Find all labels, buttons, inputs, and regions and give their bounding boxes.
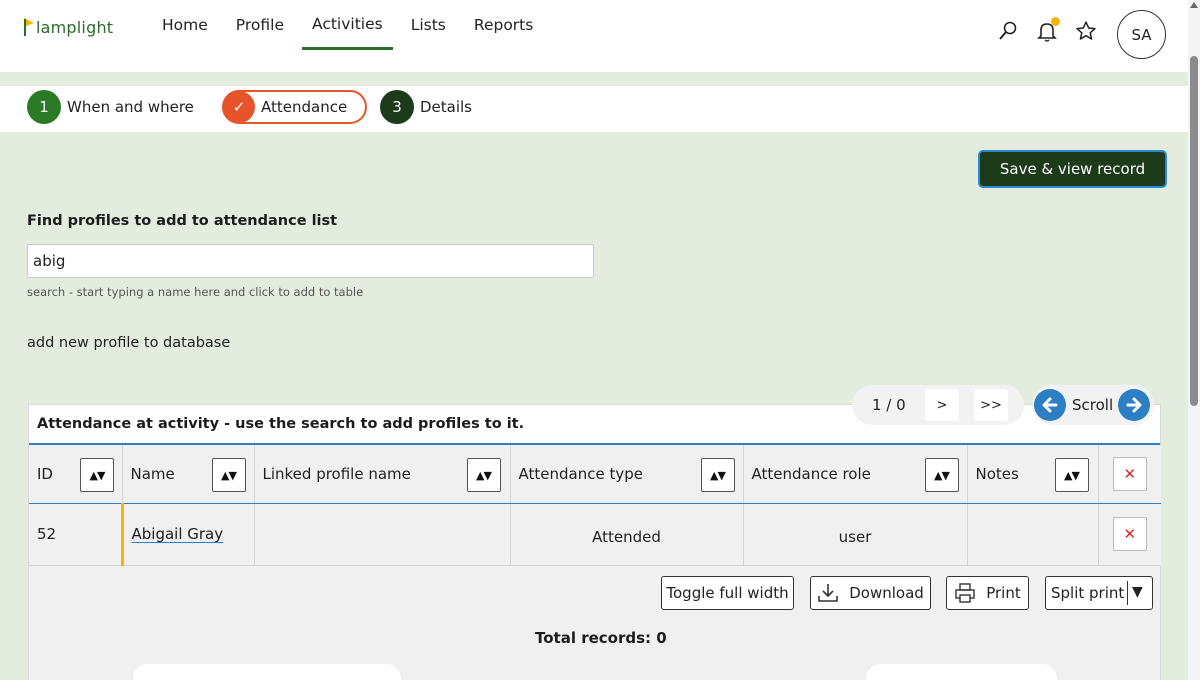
pagination: 1 / 0 > >> (852, 385, 1024, 425)
close-icon[interactable]: ✕ (1112, 456, 1147, 491)
profile-name-link[interactable]: Abigail Gray (132, 525, 224, 543)
cell-remove: ✕ (1098, 503, 1161, 566)
search-label: Find profiles to add to attendance list (27, 213, 338, 229)
notification-dot (1051, 17, 1060, 26)
user-avatar[interactable]: SA (1117, 10, 1166, 59)
nav-activities[interactable]: Activities (301, 0, 393, 50)
nav-lists[interactable]: Lists (401, 0, 456, 50)
arrow-left-icon[interactable] (1034, 389, 1066, 421)
next-page-button[interactable]: > (925, 389, 959, 421)
chevron-down-icon[interactable]: ▼ (1132, 584, 1143, 600)
table-row: 52 Abigail Gray Attended user ✕ (29, 503, 1161, 566)
split-divider (1127, 581, 1128, 605)
save-and-view-record-button[interactable]: Save & view record (980, 152, 1165, 186)
scrollbar-thumb[interactable] (1190, 56, 1198, 406)
printer-icon (955, 583, 975, 603)
search-hint: search - start typing a name here and cl… (27, 285, 364, 299)
add-new-profile-link[interactable]: add new profile to database (27, 335, 230, 351)
sort-icon[interactable]: ▲▼ (924, 458, 959, 492)
step-number: 1 (27, 90, 61, 124)
cell-name: Abigail Gray (122, 503, 255, 566)
arrow-right-icon[interactable] (1118, 389, 1150, 421)
cell-attendance-type: Attended (510, 503, 744, 566)
scroll-label: Scroll (1072, 396, 1114, 414)
download-icon (818, 584, 839, 602)
step-when-and-where[interactable]: 1 When and where (27, 90, 194, 124)
bell-icon[interactable] (1034, 17, 1060, 44)
last-page-button[interactable]: >> (974, 389, 1008, 421)
go-to-page-control[interactable] (866, 664, 1057, 680)
col-header-name: Name ▲▼ (122, 445, 255, 504)
step-details[interactable]: 3 Details (380, 90, 472, 124)
top-navigation-bar: lamplight Home Profile Activities Lists … (0, 0, 1188, 72)
page-info: 1 / 0 (872, 396, 906, 414)
attendance-table: ID ▲▼ Name ▲▼ Linked profile name ▲▼ Att… (29, 445, 1161, 566)
split-print-button[interactable]: Split print ▼ (1045, 576, 1153, 610)
wizard-steps: 1 When and where ✓ Attendance 3 Details (0, 86, 1188, 132)
lamplight-logo[interactable]: lamplight (22, 16, 113, 38)
sort-icon[interactable]: ▲▼ (1054, 458, 1089, 492)
nav-home[interactable]: Home (152, 0, 218, 50)
col-header-remove: ✕ (1098, 445, 1161, 504)
search-icon[interactable] (995, 18, 1021, 44)
download-button[interactable]: Download (810, 576, 931, 610)
total-records: Total records: 0 (535, 629, 667, 647)
col-header-notes: Notes ▲▼ (967, 445, 1099, 504)
sort-icon[interactable]: ▲▼ (211, 458, 246, 492)
col-header-linked-profile: Linked profile name ▲▼ (254, 445, 511, 504)
scroll-up-icon[interactable] (1190, 2, 1198, 8)
check-icon: ✓ (223, 91, 255, 123)
step-number: 3 (380, 90, 414, 124)
table-caption-text: Attendance at activity - use the search … (37, 416, 525, 432)
lamp-icon (24, 18, 34, 36)
logo-text: lamplight (36, 17, 114, 37)
page-scrollbar[interactable] (1188, 0, 1200, 680)
sort-icon[interactable]: ▲▼ (466, 458, 501, 492)
step-label: When and where (67, 98, 194, 116)
col-header-attendance-type: Attendance type ▲▼ (510, 445, 744, 504)
nav-reports[interactable]: Reports (464, 0, 543, 50)
sort-icon[interactable]: ▲▼ (700, 458, 735, 492)
nav-profile[interactable]: Profile (226, 0, 294, 50)
cell-id: 52 (29, 503, 124, 566)
page-size-control[interactable] (133, 664, 401, 680)
print-button[interactable]: Print (946, 576, 1029, 610)
step-label: Details (420, 98, 473, 116)
table-header-row: ID ▲▼ Name ▲▼ Linked profile name ▲▼ Att… (29, 445, 1161, 504)
cell-linked-profile (254, 503, 511, 566)
col-header-attendance-role: Attendance role ▲▼ (743, 445, 968, 504)
table-scroll-control: Scroll (1032, 385, 1154, 425)
profile-search-input[interactable] (27, 244, 594, 278)
main-nav: Home Profile Activities Lists Reports (152, 0, 551, 60)
col-header-id: ID ▲▼ (29, 445, 123, 504)
step-attendance[interactable]: ✓ Attendance (222, 90, 368, 124)
close-icon[interactable]: ✕ (1112, 517, 1147, 551)
sort-icon[interactable]: ▲▼ (80, 458, 114, 492)
toggle-full-width-button[interactable]: Toggle full width (661, 576, 794, 610)
star-icon[interactable] (1073, 18, 1099, 44)
cell-notes (967, 503, 1099, 566)
cell-attendance-role: user (743, 503, 968, 566)
step-label: Attendance (261, 98, 348, 116)
